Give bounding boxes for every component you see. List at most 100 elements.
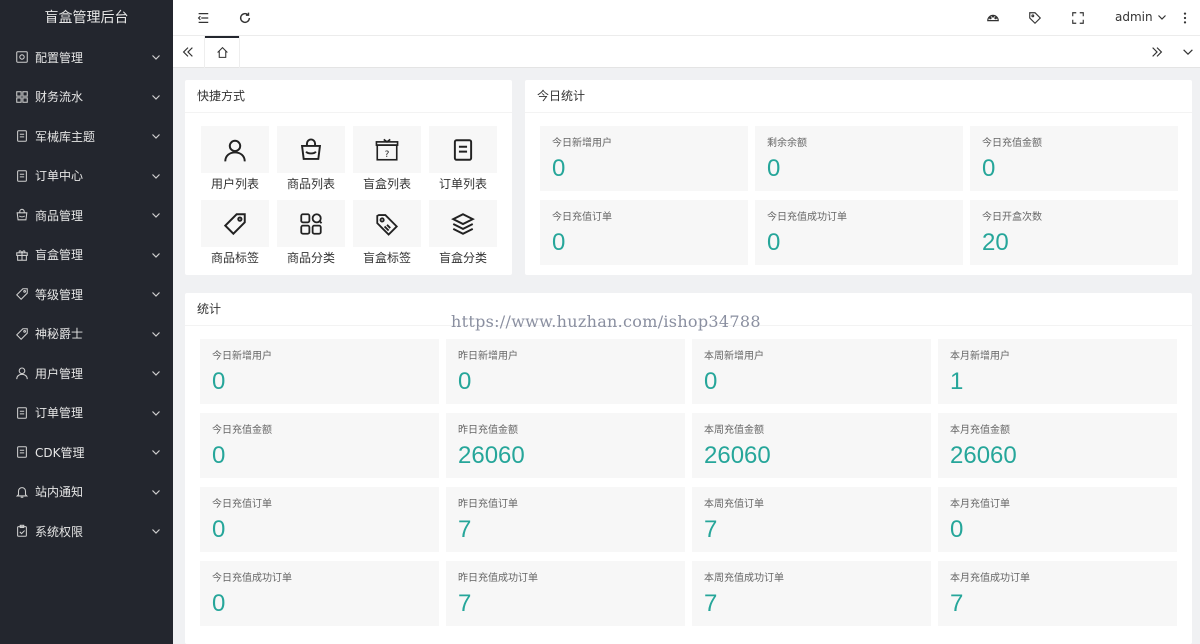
stat-label: 今日充值金额: [982, 138, 1042, 149]
shortcut-label: 商品列表: [286, 177, 335, 191]
shortcut-0[interactable]: 用户列表: [201, 126, 269, 198]
refresh-icon[interactable]: [236, 9, 254, 27]
chevron-down-icon: [151, 329, 161, 339]
stat-label: 本月充值订单: [950, 499, 1010, 510]
stat-label: 本月新增用户: [950, 351, 1010, 362]
sidebar-item-8[interactable]: 用户管理: [0, 355, 173, 391]
sidebar-item-label: 用户管理: [35, 366, 84, 381]
mystery-box-icon: ?: [353, 126, 421, 173]
stat-value: 0: [704, 368, 718, 395]
stat-label: 本周新增用户: [704, 351, 764, 362]
stat-value: 7: [458, 516, 472, 543]
stat-card: 今日新增用户 0: [200, 339, 439, 404]
sidebar-item-4[interactable]: 商品管理: [0, 197, 173, 233]
document-icon: [15, 169, 29, 183]
sidebar-item-label: 神秘爵士: [35, 327, 84, 341]
stat-card: 昨日新增用户 0: [446, 339, 685, 404]
shortcut-label: 盲盒列表: [362, 177, 411, 191]
stat-value: 0: [212, 442, 226, 469]
document-icon: [429, 126, 497, 173]
sidebar-item-label: 系统权限: [35, 524, 84, 539]
shortcut-3[interactable]: 订单列表: [429, 126, 497, 198]
more-icon[interactable]: [1176, 9, 1194, 27]
stat-label: 本月充值金额: [950, 425, 1010, 436]
stat-card: 昨日充值订单 7: [446, 487, 685, 552]
sidebar-item-3[interactable]: 订单中心: [0, 158, 173, 194]
stat-label: 今日充值成功订单: [767, 212, 847, 223]
sidebar-item-12[interactable]: 系统权限: [0, 513, 173, 549]
today-stats-panel: 今日统计 今日新增用户 0 剩余余额 0 今日充值金额 0 今日充值订单 0 今日充值成功订单 0…: [525, 80, 1192, 275]
shortcut-5[interactable]: 商品分类: [277, 200, 345, 272]
bag-icon: [15, 208, 29, 222]
stat-label: 本月充值成功订单: [950, 573, 1030, 584]
tab-scroll-right-icon[interactable]: [1148, 43, 1166, 61]
sidebar-item-7[interactable]: 神秘爵士: [0, 316, 173, 352]
sidebar-item-1[interactable]: 财务流水: [0, 79, 173, 115]
tab-home[interactable]: [204, 36, 240, 68]
stat-value: 0: [458, 368, 472, 395]
stat-card: 本月充值订单 0: [938, 487, 1177, 552]
stat-value: 0: [212, 368, 226, 395]
sidebar-item-label: 军械库主题: [35, 129, 96, 144]
bell-icon: [15, 485, 29, 499]
stat-card: 今日充值金额 0: [200, 413, 439, 478]
sidebar-item-10[interactable]: CDK管理: [0, 434, 173, 470]
sidebar-item-label: 盲盒管理: [35, 248, 84, 262]
stat-card: 本周新增用户 0: [692, 339, 931, 404]
user-icon: [201, 126, 269, 173]
theme-icon[interactable]: [984, 9, 1002, 27]
stat-label: 本周充值订单: [704, 499, 764, 510]
user-menu[interactable]: admin: [1115, 10, 1167, 24]
stat-value: 0: [767, 229, 781, 256]
stat-value: 1: [950, 368, 964, 395]
chevron-down-icon: [151, 131, 161, 141]
today-stat-card: 今日充值金额 0: [970, 126, 1178, 191]
document-icon: [15, 406, 29, 420]
sidebar-item-2[interactable]: 军械库主题: [0, 118, 173, 154]
stat-value: 0: [767, 155, 781, 182]
shortcut-7[interactable]: 盲盒分类: [429, 200, 497, 272]
tab-scroll-left-icon[interactable]: [179, 43, 197, 61]
shortcut-label: 盲盒分类: [438, 251, 487, 265]
shortcut-2[interactable]: ? 盲盒列表: [353, 126, 421, 198]
stat-label: 今日新增用户: [212, 351, 272, 362]
stat-card: 今日充值成功订单 0: [200, 561, 439, 626]
stat-value: 26060: [950, 442, 1017, 469]
chevron-down-icon: [151, 52, 161, 62]
stat-label: 今日充值订单: [212, 499, 272, 510]
sidebar-item-label: 财务流水: [35, 90, 84, 104]
menu-collapse-icon[interactable]: [194, 9, 212, 27]
sidebar-item-label: 订单中心: [35, 169, 84, 183]
tag-icon[interactable]: [1026, 9, 1044, 27]
stat-value: 7: [950, 590, 964, 617]
today-stat-card: 今日新增用户 0: [540, 126, 748, 191]
sidebar-item-label: 商品管理: [35, 208, 84, 223]
sidebar-item-label: CDK管理: [35, 445, 85, 460]
stat-card: 本月新增用户 1: [938, 339, 1177, 404]
tab-menu-chevron-down-icon[interactable]: [1179, 43, 1197, 61]
stat-value: 7: [704, 516, 718, 543]
fullscreen-icon[interactable]: [1069, 9, 1087, 27]
chevron-down-icon: [151, 487, 161, 497]
shortcut-6[interactable]: 盲盒标签: [353, 200, 421, 272]
gift-icon: [15, 248, 29, 262]
sidebar-item-6[interactable]: 等级管理: [0, 276, 173, 312]
shortcut-4[interactable]: 商品标签: [201, 200, 269, 272]
stat-value: 26060: [458, 442, 525, 469]
sidebar-item-9[interactable]: 订单管理: [0, 395, 173, 431]
today-stat-card: 今日开盒次数 20: [970, 200, 1178, 265]
sidebar: 盲盒管理后台 配置管理 财务流水 军械库主题 订单中心 商品管理 盲盒管理 等级管理 神秘爵士…: [0, 0, 173, 644]
chevron-down-icon: [151, 171, 161, 181]
chevron-down-icon: [151, 289, 161, 299]
sidebar-item-5[interactable]: 盲盒管理: [0, 237, 173, 273]
stat-value: 0: [982, 155, 996, 182]
stat-card: 本周充值成功订单 7: [692, 561, 931, 626]
document-icon: [15, 445, 29, 459]
sidebar-item-0[interactable]: 配置管理: [0, 39, 173, 75]
sidebar-item-label: 订单管理: [35, 406, 84, 420]
shortcut-1[interactable]: 商品列表: [277, 126, 345, 198]
shortcut-label: 盲盒标签: [362, 251, 411, 265]
stat-label: 本周充值金额: [704, 425, 764, 436]
sidebar-item-11[interactable]: 站内通知: [0, 474, 173, 510]
stats-panel: 统计 今日新增用户 0 昨日新增用户 0 本周新增用户 0 本月新增用户 1 今日充值金额 0 昨日…: [185, 293, 1192, 644]
